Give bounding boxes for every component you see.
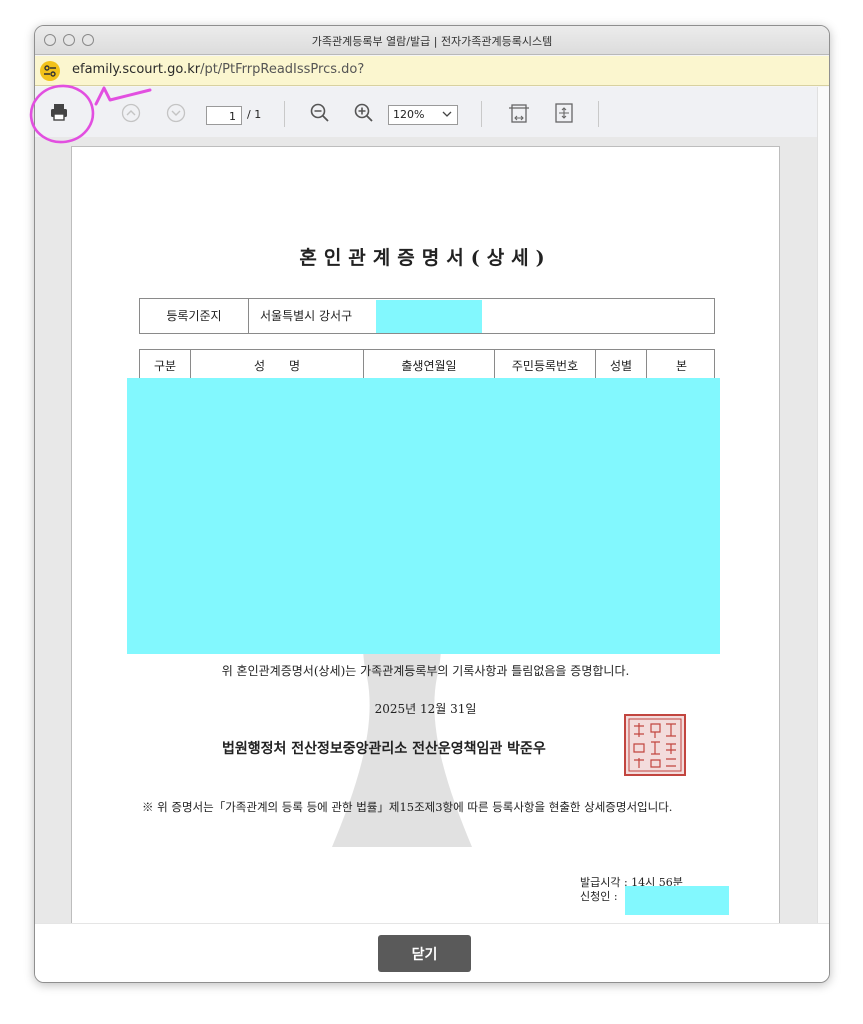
- table-header-cell: 출생연월일: [364, 350, 495, 379]
- registration-base-row: 등록기준지 서울특별시 강서구: [139, 298, 715, 334]
- zoom-value: 120%: [393, 108, 425, 121]
- chevron-down-icon: [442, 109, 452, 122]
- fit-page-icon[interactable]: [553, 102, 575, 124]
- viewer-scrollbar[interactable]: [817, 87, 829, 923]
- table-header-cell: 구분: [140, 350, 191, 379]
- site-info-icon[interactable]: [40, 61, 60, 81]
- zoom-out-icon[interactable]: [309, 102, 331, 124]
- page-total: / 1: [247, 108, 262, 121]
- issuer-name: 법원행정처 전산정보중앙관리소 전산운영책임관 박준우: [222, 741, 546, 757]
- prev-page-icon[interactable]: [121, 103, 141, 123]
- pdf-toolbar: / 1 120%: [35, 87, 817, 137]
- registration-base-label: 등록기준지: [140, 299, 249, 333]
- toolbar-divider: [598, 101, 599, 127]
- redaction-address: [376, 300, 482, 333]
- document-page: 혼인관계증명서(상세) 등록기준지 서울특별시 강서구 구분 성 명 출생연월일…: [71, 146, 780, 923]
- redaction-table-body: [127, 378, 720, 654]
- window-title: 가족관계등록부 열람/발급 | 전자가족관계등록시스템: [311, 35, 553, 48]
- applicant-label: 신청인 :: [580, 890, 618, 903]
- zoom-in-icon[interactable]: [353, 102, 375, 124]
- certification-statement: 위 혼인관계증명서(상세)는 가족관계등록부의 기록사항과 틀림없음을 증명합니…: [221, 664, 630, 678]
- url-text[interactable]: efamily.scourt.go.kr/pt/PtFrrpReadIssPrc…: [72, 62, 364, 77]
- url-path: /pt/PtFrrpReadIssPrcs.do?: [200, 62, 365, 77]
- registration-base-value: 서울특별시 강서구: [260, 309, 353, 323]
- zoom-select[interactable]: 120%: [388, 105, 458, 125]
- table-header-cell: 본: [675, 359, 688, 373]
- table-header-cell: 성별: [596, 350, 647, 379]
- toolbar-divider: [481, 101, 482, 127]
- print-icon[interactable]: [48, 101, 70, 123]
- close-button[interactable]: 닫기: [378, 935, 471, 972]
- page-number-input[interactable]: [206, 106, 242, 125]
- redaction-applicant: [625, 886, 729, 915]
- fit-width-icon[interactable]: [508, 102, 530, 124]
- title-bar: 가족관계등록부 열람/발급 | 전자가족관계등록시스템: [35, 26, 829, 55]
- table-header-cell: 주민등록번호: [495, 350, 596, 379]
- dialog-footer: 닫기: [35, 923, 829, 982]
- next-page-icon[interactable]: [166, 103, 186, 123]
- browser-window: 가족관계등록부 열람/발급 | 전자가족관계등록시스템 efamily.scou…: [34, 25, 830, 983]
- person-table-header: 구분 성 명 출생연월일 주민등록번호 성별 본: [139, 349, 715, 379]
- url-domain: efamily.scourt.go.kr: [72, 62, 201, 77]
- legal-note: ※ 위 증명서는「가족관계의 등록 등에 관한 법률」제15조제3항에 따른 등…: [142, 800, 673, 814]
- toolbar-divider: [284, 101, 285, 127]
- table-header-cell: 성 명: [191, 350, 364, 379]
- document-title: 혼인관계증명서(상세): [299, 247, 552, 269]
- document-viewer[interactable]: 혼인관계증명서(상세) 등록기준지 서울특별시 강서구 구분 성 명 출생연월일…: [35, 137, 817, 923]
- official-seal-icon: [624, 714, 686, 776]
- address-bar[interactable]: efamily.scourt.go.kr/pt/PtFrrpReadIssPrc…: [35, 56, 829, 86]
